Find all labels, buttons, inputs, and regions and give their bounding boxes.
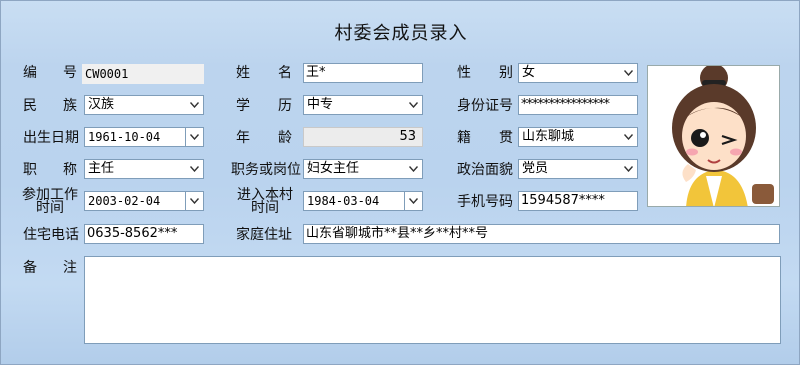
idcard-label: 身份证号 [457, 98, 513, 114]
chevron-down-icon[interactable] [405, 161, 421, 177]
id-field: CW0001 [82, 64, 204, 84]
birth-date-picker[interactable]: 1961-10-04 : [84, 127, 204, 147]
address-label: 家庭住址 [236, 227, 292, 243]
title-label: 职称 [23, 162, 77, 178]
idcard-input[interactable]: **************** [518, 95, 638, 115]
age-label: 年龄 [236, 130, 292, 146]
gender-value: 女 [522, 65, 536, 80]
origin-select[interactable]: 山东聊城 [518, 127, 638, 147]
name-label: 姓名 [236, 65, 292, 81]
education-select[interactable]: 中专 [303, 95, 423, 115]
phone-label: 手机号码 [457, 194, 513, 210]
ethnicity-select[interactable]: 汉族 [84, 95, 204, 115]
title-value: 主任 [88, 161, 115, 176]
age-field: 53 [303, 127, 423, 147]
remark-textarea[interactable] [84, 256, 781, 344]
home-phone-label: 住宅电话 [23, 227, 79, 243]
birth-label: 出生日期 [23, 130, 79, 146]
duty-select[interactable]: 妇女主任 [303, 159, 423, 179]
home-phone-input[interactable]: 0635-8562*** [84, 224, 204, 244]
chevron-down-icon[interactable] [620, 161, 636, 177]
ethnicity-label: 民族 [23, 98, 77, 114]
title-select[interactable]: 主任 [84, 159, 204, 179]
work-time-value: 2003-02-04 [88, 194, 161, 208]
birth-value: 1961-10-04 [88, 130, 161, 144]
chevron-down-icon[interactable] [186, 161, 202, 177]
name-input[interactable]: 王* [303, 63, 423, 83]
work-time-label: 参加工作 时间 [22, 187, 78, 216]
education-value: 中专 [307, 97, 334, 112]
chevron-down-icon[interactable] [186, 97, 202, 113]
entry-form-window: 村委会成员录入 编号 CW0001 姓名 王* 性别 女 民 族 汉族 学 历 … [0, 0, 800, 365]
village-time-date-picker[interactable]: 1984-03-04 : [303, 191, 423, 211]
origin-label: 籍贯 [457, 130, 513, 146]
phone-input[interactable]: 1594587**** [518, 191, 638, 211]
member-photo [647, 65, 780, 207]
work-time-date-picker[interactable]: 2003-02-04 : [84, 191, 204, 211]
address-input[interactable]: 山东省聊城市**县**乡**村**号 [303, 224, 780, 244]
ethnicity-value: 汉族 [88, 97, 115, 112]
gender-select[interactable]: 女 [518, 63, 638, 83]
chevron-down-icon[interactable] [620, 65, 636, 81]
chevron-down-icon[interactable] [405, 97, 421, 113]
village-time-label: 进入本村 时间 [237, 187, 293, 216]
origin-value: 山东聊城 [522, 129, 575, 144]
chevron-down-icon[interactable] [404, 192, 422, 210]
politics-label: 政治面貌 [457, 162, 513, 178]
id-label: 编号 [23, 65, 77, 81]
chevron-down-icon[interactable] [185, 128, 203, 146]
politics-select[interactable]: 党员 [518, 159, 638, 179]
politics-value: 党员 [522, 161, 549, 176]
duty-label: 职务或岗位 [231, 162, 301, 178]
form-title: 村委会成员录入 [334, 23, 468, 44]
chevron-down-icon[interactable] [620, 129, 636, 145]
village-time-value: 1984-03-04 [307, 194, 380, 208]
chevron-down-icon[interactable] [185, 192, 203, 210]
duty-value: 妇女主任 [307, 161, 360, 176]
gender-label: 性别 [457, 65, 513, 81]
remark-label: 备注 [23, 260, 77, 276]
cartoon-girl-avatar-icon [648, 66, 779, 206]
education-label: 学历 [236, 98, 292, 114]
